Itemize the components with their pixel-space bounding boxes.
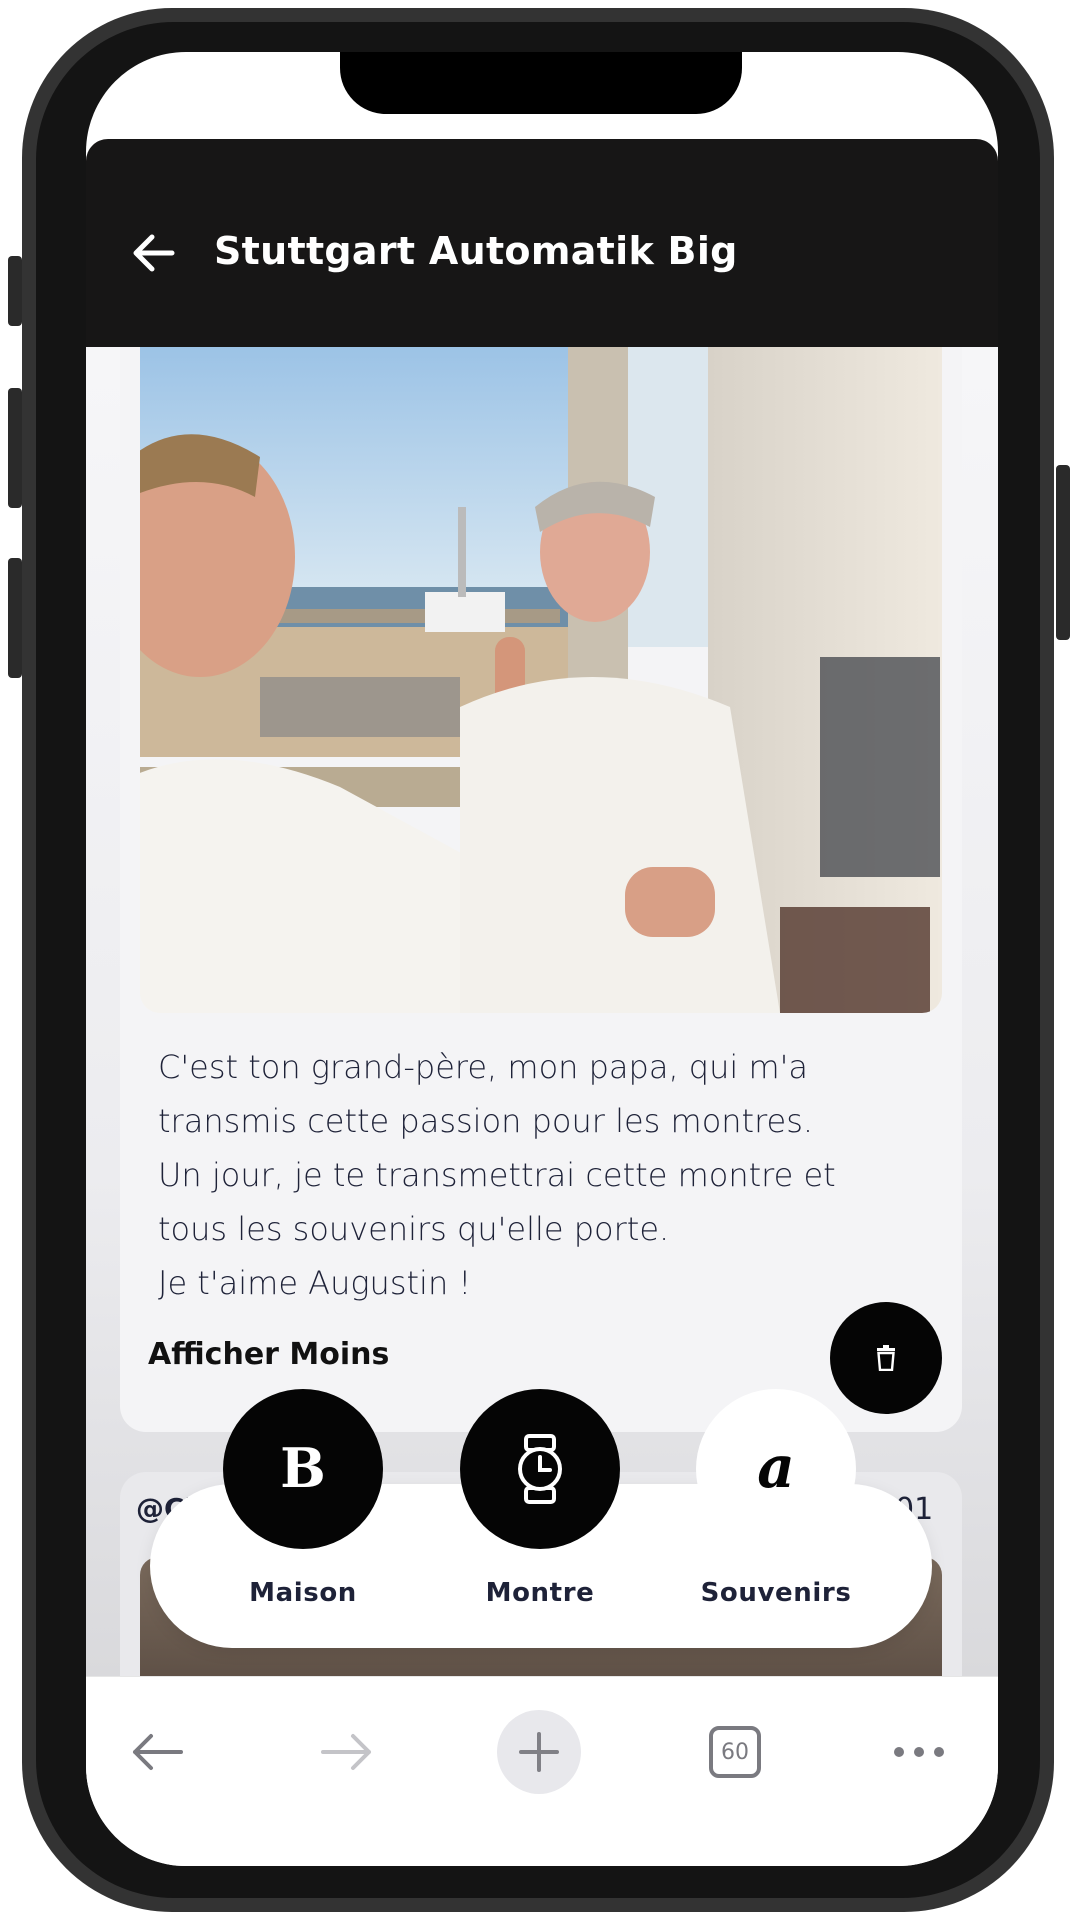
nav-maison-button[interactable]: B <box>223 1389 383 1549</box>
volume-down-button <box>8 558 22 678</box>
app-header: Stuttgart Automatik Big <box>86 139 998 347</box>
svg-text:a: a <box>757 1437 795 1501</box>
power-button <box>1056 465 1070 640</box>
arrow-left-icon <box>133 234 175 272</box>
a-logo-icon: a <box>757 1437 795 1501</box>
browser-toolbar: 60 <box>86 1676 998 1866</box>
nav-montre-button[interactable] <box>460 1389 620 1549</box>
svg-text:B: B <box>280 1439 326 1499</box>
nav-maison-label[interactable]: Maison <box>183 1578 423 1608</box>
tabs-button[interactable]: 60 <box>690 1707 780 1797</box>
tab-count: 60 <box>709 1726 761 1778</box>
show-less-link[interactable]: Afficher Moins <box>148 1337 389 1372</box>
arrow-right-icon <box>321 1734 371 1770</box>
browser-forward-button[interactable] <box>302 1707 392 1797</box>
nav-souvenirs-label[interactable]: Souvenirs <box>656 1578 896 1608</box>
watch-icon <box>518 1434 562 1504</box>
nav-montre-label[interactable]: Montre <box>420 1578 660 1608</box>
volume-up-button <box>8 388 22 508</box>
nav-souvenirs-button[interactable]: a <box>696 1389 856 1549</box>
browser-back-button[interactable] <box>112 1707 202 1797</box>
trash-icon <box>877 1345 895 1371</box>
page-title: Stuttgart Automatik Big <box>214 229 738 273</box>
more-dots-icon <box>894 1747 944 1757</box>
photo-image <box>140 347 942 1013</box>
plus-icon <box>519 1732 559 1772</box>
screen: Stuttgart Automatik Big C'est ton grand-… <box>86 52 998 1866</box>
back-button[interactable] <box>126 226 180 280</box>
post-caption: C'est ton grand-père, mon papa, qui m'a … <box>158 1048 836 1302</box>
more-menu-button[interactable] <box>874 1707 964 1797</box>
arrow-left-icon <box>133 1734 183 1770</box>
b-logo-icon: B <box>280 1439 326 1499</box>
delete-button[interactable] <box>830 1302 942 1414</box>
post-photo <box>140 347 942 1013</box>
new-tab-button[interactable] <box>497 1710 581 1794</box>
mute-switch <box>8 256 22 326</box>
notch <box>340 52 742 114</box>
